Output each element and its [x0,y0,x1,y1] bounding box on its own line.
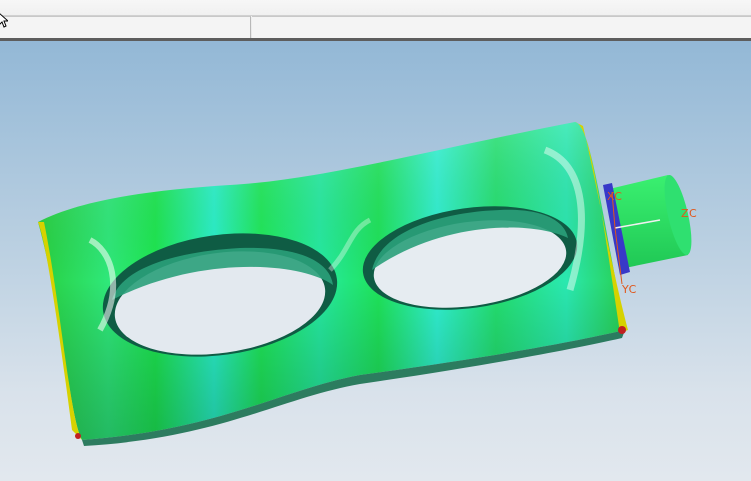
toolbar-field-right[interactable] [252,16,751,38]
yc-axis-label: YC [622,283,637,296]
cylinder-boss [603,174,692,275]
xc-axis-label: XC [607,190,623,203]
toolbar-field-left[interactable] [0,16,251,38]
zc-axis-label: ZC [681,207,698,220]
mouse-cursor-icon [0,13,8,28]
toolbar [0,0,751,39]
model-canvas [38,122,692,446]
graphics-viewport[interactable]: XC ZC YC [0,41,751,481]
